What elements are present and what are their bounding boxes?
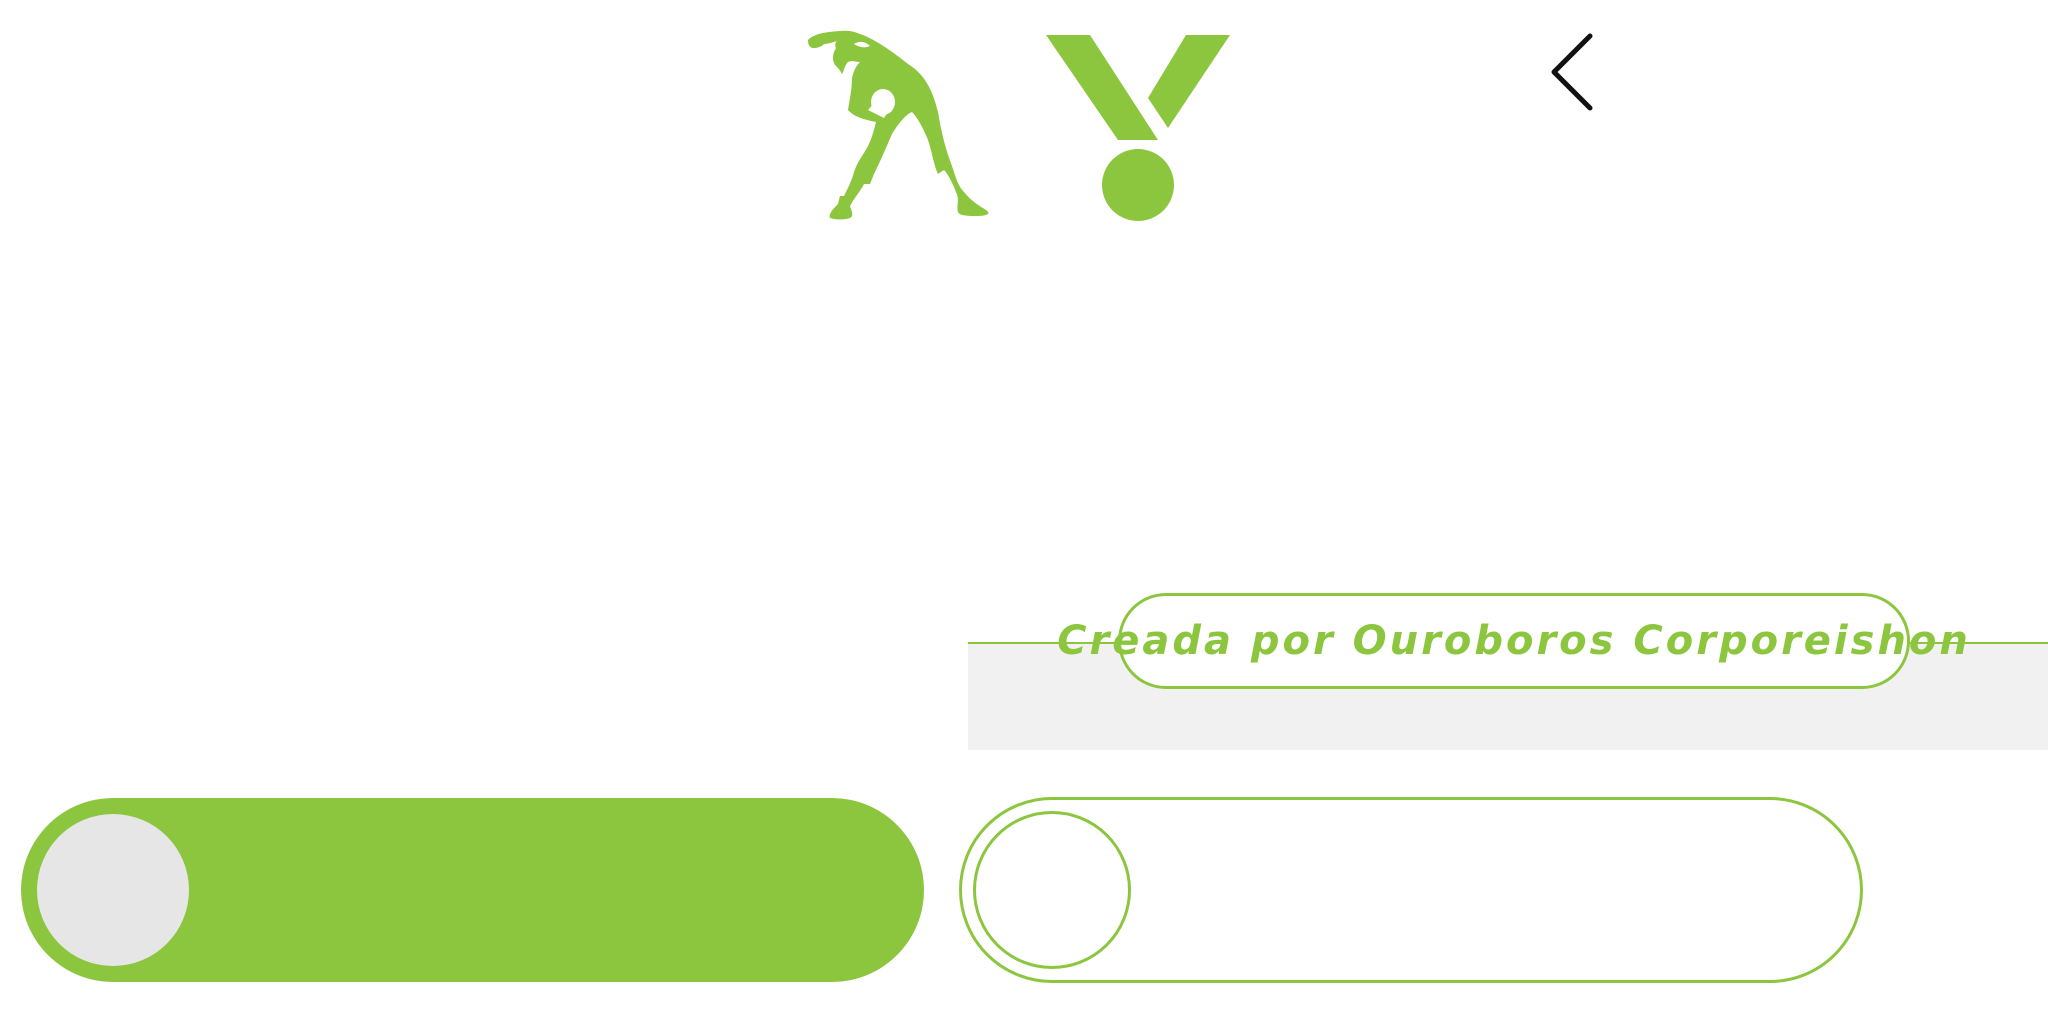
credits-text: Creada por Ouroboros Corporeishon [1057,618,1971,664]
v-dot-logo-icon [1046,35,1230,221]
toggle-knob [37,814,189,966]
toggle-knob [973,811,1131,969]
credits-pill: Creada por Ouroboros Corporeishon [1057,593,1968,689]
stretching-person-icon [808,30,989,220]
chevron-left-icon [1551,33,1593,111]
toggle-1[interactable] [21,798,924,982]
screen: Creada por Ouroboros Corporeishon [0,0,2048,1025]
back-button[interactable] [1548,28,1598,118]
toggle-2[interactable] [959,797,1863,983]
